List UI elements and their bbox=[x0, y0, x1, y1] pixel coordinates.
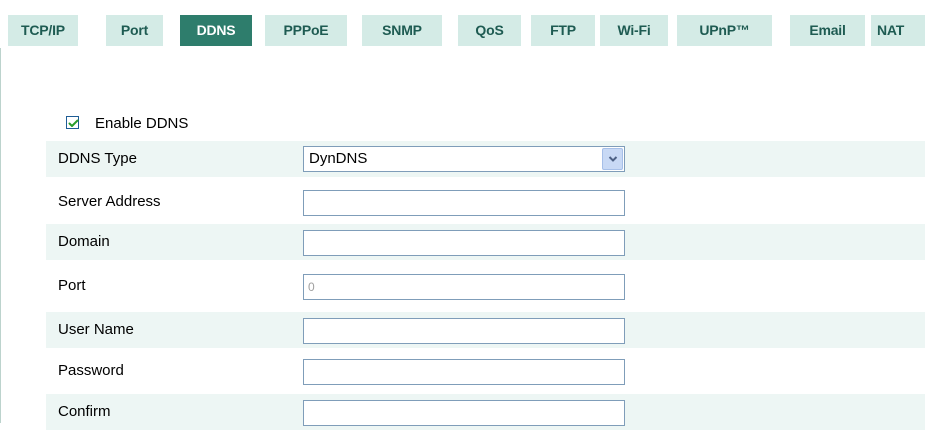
confirm-input[interactable] bbox=[303, 400, 625, 426]
dropdown-button[interactable] bbox=[602, 148, 623, 170]
port-row: Port bbox=[46, 268, 925, 304]
server-address-input[interactable] bbox=[303, 190, 625, 216]
domain-input[interactable] bbox=[303, 230, 625, 256]
tab-nat[interactable]: NAT bbox=[871, 15, 925, 46]
ddns-type-label: DDNS Type bbox=[58, 150, 137, 167]
user-name-input[interactable] bbox=[303, 318, 625, 344]
confirm-label: Confirm bbox=[58, 403, 111, 420]
checkmark-icon bbox=[68, 119, 79, 127]
tab-tcp-ip[interactable]: TCP/IP bbox=[8, 15, 78, 46]
tab-bar: TCP/IP Port DDNS PPPoE SNMP QoS FTP Wi-F… bbox=[0, 0, 925, 48]
domain-label: Domain bbox=[58, 233, 110, 250]
tab-pppoe[interactable]: PPPoE bbox=[265, 15, 347, 46]
user-name-label: User Name bbox=[58, 321, 134, 338]
tab-port[interactable]: Port bbox=[106, 15, 163, 46]
domain-row: Domain bbox=[46, 224, 925, 260]
password-row: Password bbox=[46, 353, 925, 389]
password-label: Password bbox=[58, 362, 124, 379]
server-address-row: Server Address bbox=[46, 184, 925, 220]
enable-ddns-label: Enable DDNS bbox=[95, 114, 189, 132]
tab-wifi[interactable]: Wi-Fi bbox=[600, 15, 668, 46]
tab-snmp[interactable]: SNMP bbox=[362, 15, 442, 46]
enable-ddns-row: Enable DDNS bbox=[66, 110, 188, 134]
tab-email[interactable]: Email bbox=[790, 15, 865, 46]
tab-ftp[interactable]: FTP bbox=[531, 15, 595, 46]
server-address-label: Server Address bbox=[58, 193, 161, 210]
enable-ddns-checkbox[interactable] bbox=[66, 115, 79, 129]
chevron-down-icon bbox=[608, 156, 618, 162]
panel-border bbox=[0, 48, 1, 423]
ddns-type-value: DynDNS bbox=[309, 150, 368, 167]
password-input[interactable] bbox=[303, 359, 625, 385]
port-label: Port bbox=[58, 277, 86, 294]
confirm-row: Confirm bbox=[46, 394, 925, 430]
user-name-row: User Name bbox=[46, 312, 925, 348]
tab-upnp[interactable]: UPnP™ bbox=[677, 15, 772, 46]
ddns-type-select[interactable]: DynDNS bbox=[303, 146, 625, 172]
ddns-type-row: DDNS Type DynDNS bbox=[46, 141, 925, 177]
port-input[interactable] bbox=[303, 274, 625, 300]
tab-ddns[interactable]: DDNS bbox=[180, 15, 252, 46]
tab-qos[interactable]: QoS bbox=[458, 15, 521, 46]
